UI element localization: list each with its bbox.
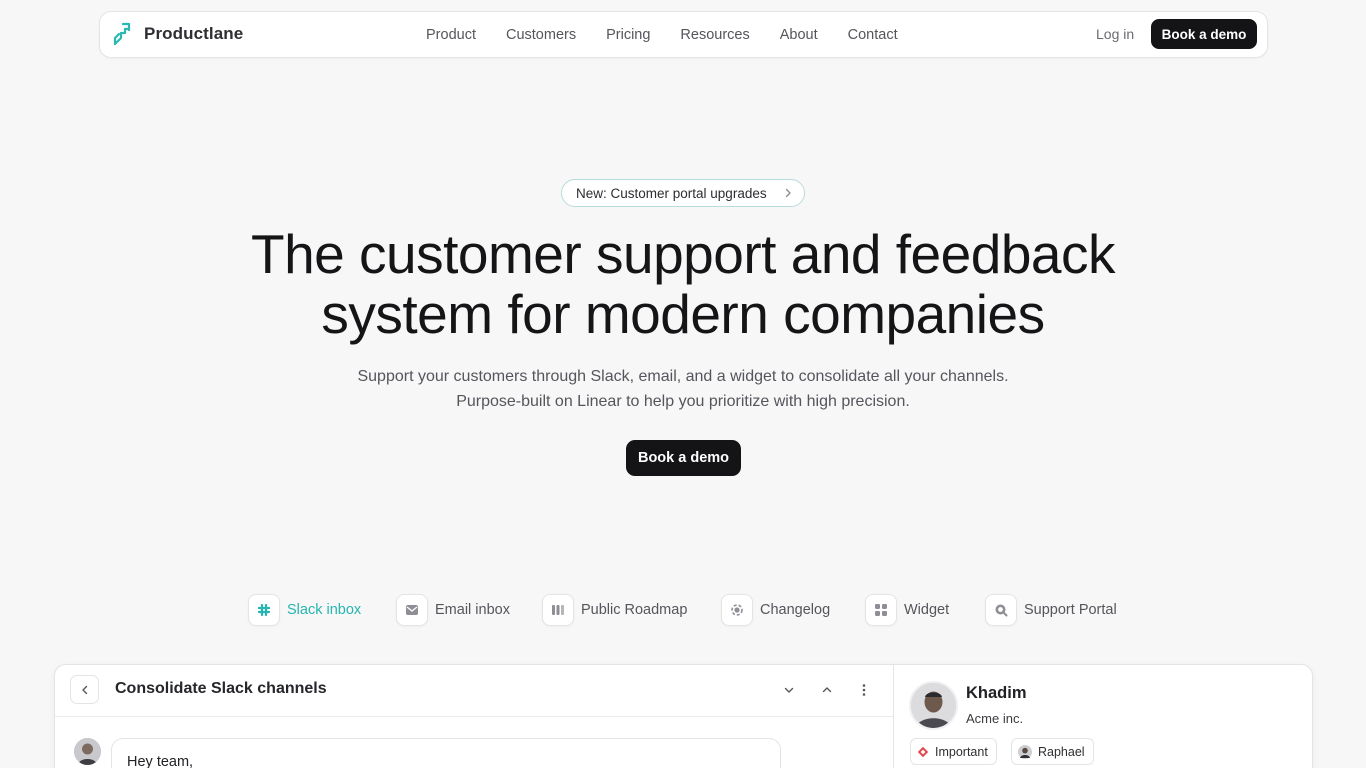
avatar (74, 738, 101, 765)
nav-link-customers[interactable]: Customers (506, 27, 576, 43)
hero-title-line-1: The customer support and feedback (250, 223, 1116, 285)
tab-label: Email inbox (435, 601, 510, 618)
chevron-down-icon[interactable] (781, 682, 797, 698)
announcement-text: New: Customer portal upgrades (576, 185, 767, 201)
login-link[interactable]: Log in (1096, 26, 1134, 42)
tab-label: Widget (904, 601, 950, 618)
nav-link-contact[interactable]: Contact (848, 27, 898, 43)
nav-link-resources[interactable]: Resources (680, 27, 749, 43)
contact-avatar (909, 681, 958, 730)
nav-link-pricing[interactable]: Pricing (606, 27, 650, 43)
hero-subtitle: Support your customers through Slack, em… (283, 364, 1083, 414)
nav-links: Product Customers Pricing Resources Abou… (426, 12, 928, 57)
thread-title: Consolidate Slack channels (115, 680, 327, 697)
tab-label: Slack inbox (287, 601, 362, 618)
tab-label: Changelog (760, 601, 831, 618)
mail-icon (396, 593, 428, 626)
announcement-pill[interactable]: New: Customer portal upgrades (561, 179, 805, 207)
tab-public-roadmap[interactable]: Public Roadmap (542, 593, 687, 626)
chevron-right-icon (785, 188, 791, 198)
tab-label: Public Roadmap (581, 601, 688, 618)
portal-icon (985, 593, 1017, 626)
tag-label: Important (935, 744, 988, 759)
divider (55, 716, 893, 717)
app-preview: Consolidate Slack channels Hey team, Kha… (54, 664, 1313, 768)
slack-icon (248, 593, 280, 626)
more-options-icon[interactable] (856, 682, 872, 698)
contact-name: Khadim (966, 684, 1027, 702)
tag-important[interactable]: Important (910, 738, 997, 765)
chevron-up-icon[interactable] (819, 682, 835, 698)
chevron-left-icon (81, 685, 87, 694)
message-bubble: Hey team, (111, 738, 781, 768)
brand[interactable]: Productlane (112, 21, 243, 47)
nav-link-product[interactable]: Product (426, 27, 476, 43)
changelog-icon (721, 593, 753, 626)
tab-email-inbox[interactable]: Email inbox (396, 593, 510, 626)
nav-link-about[interactable]: About (780, 27, 818, 43)
tab-support-portal[interactable]: Support Portal (985, 593, 1117, 626)
contact-company: Acme inc. (966, 711, 1024, 726)
roadmap-icon (542, 593, 574, 626)
avatar (1018, 744, 1032, 759)
top-navbar: Productlane Product Customers Pricing Re… (99, 11, 1268, 58)
hero-title: The customer support and feedback system… (183, 224, 1183, 344)
tab-widget[interactable]: Widget (865, 593, 949, 626)
tab-label: Support Portal (1024, 601, 1117, 618)
widget-icon (865, 593, 897, 626)
diamond-icon (917, 746, 929, 757)
tag-label: Raphael (1038, 744, 1085, 759)
hero-title-line-2: system for modern companies (321, 283, 1045, 345)
tab-changelog[interactable]: Changelog (721, 593, 830, 626)
divider (893, 665, 894, 768)
back-button[interactable] (70, 675, 99, 704)
tag-assignee[interactable]: Raphael (1011, 738, 1094, 765)
message-text: Hey team, (127, 754, 194, 768)
hero-subtitle-line-1: Support your customers through Slack, em… (357, 368, 1009, 385)
hero-subtitle-line-2: Purpose-built on Linear to help you prio… (456, 393, 910, 410)
productlane-logo-icon (113, 22, 131, 46)
hero-book-demo-button[interactable]: Book a demo (626, 440, 741, 476)
brand-name: Productlane (144, 24, 244, 43)
tab-slack-inbox[interactable]: Slack inbox (248, 593, 361, 626)
nav-book-demo-button[interactable]: Book a demo (1151, 19, 1257, 49)
